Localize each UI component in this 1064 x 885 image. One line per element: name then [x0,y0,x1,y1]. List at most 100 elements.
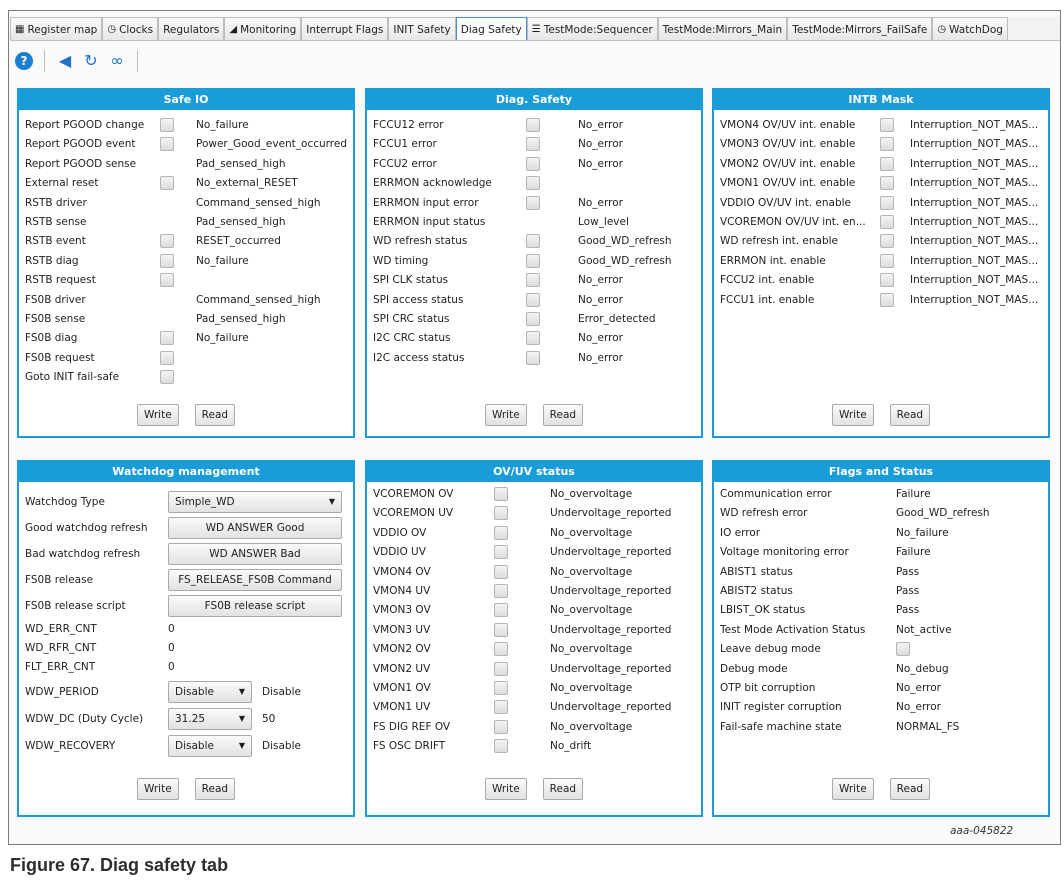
field-checkbox[interactable] [880,234,894,249]
field-checkbox[interactable] [494,642,508,657]
tab-clocks[interactable]: ◷ Clocks [102,17,159,40]
field-checkbox[interactable] [494,506,508,521]
field-checkbox[interactable] [880,292,894,307]
field-checkbox[interactable] [160,137,174,152]
safe-io-panel: Safe IO Write Read Report PGOOD change No… [17,88,355,438]
field-checkbox[interactable] [880,195,894,210]
watchdog-read-button[interactable]: Read [194,778,236,800]
field-checkbox[interactable] [880,156,894,171]
flags-read-button[interactable]: Read [889,778,931,800]
tab-testmode-mirrors-main[interactable]: TestMode:Mirrors_Main [657,17,788,40]
field-checkbox[interactable] [494,700,508,715]
tab-label: WatchDog [949,23,1003,36]
field-checkbox[interactable] [880,273,894,288]
monitoring-icon: ◢ [229,23,238,35]
ovuv-status-actions: Write Read [367,778,701,800]
field-checkbox[interactable] [880,215,894,229]
intb-mask-read-button[interactable]: Read [889,404,931,426]
field-value: RESET_occurred [196,235,281,248]
field-checkbox[interactable] [880,118,894,132]
field-checkbox[interactable] [526,234,540,249]
field-checkbox[interactable] [494,661,508,676]
loop-button[interactable]: ∞ [107,51,127,71]
tab-init-safety[interactable]: INIT Safety [388,17,456,40]
field-checkbox[interactable] [880,253,894,268]
field-value: Undervoltage_reported [550,546,672,559]
field-checkbox[interactable] [160,234,174,249]
field-value: No_overvoltage [550,720,633,733]
field-checkbox[interactable] [526,195,540,210]
safe-io-read-button[interactable]: Read [194,404,236,426]
field-checkbox[interactable] [494,681,508,695]
field-checkbox[interactable] [880,137,894,152]
fs0b-release-script-button[interactable]: FS0B release script [168,595,342,617]
wdw-period-select[interactable]: Disable ▼ [168,681,252,703]
ovuv-write-button[interactable]: Write [484,778,527,800]
refresh-button[interactable]: ↻ [81,51,101,71]
send-button[interactable]: ◀ [55,51,75,71]
diag-safety-read-button[interactable]: Read [542,404,584,426]
field-checkbox[interactable] [494,487,508,501]
help-button[interactable]: ? [14,51,34,71]
ovuv-read-button[interactable]: Read [542,778,584,800]
field-checkbox[interactable] [526,331,540,346]
send-icon: ◀ [58,51,72,70]
tab-diag-safety[interactable]: Diag Safety [455,17,527,40]
wdw-recovery-select[interactable]: Disable ▼ [168,735,252,757]
watchdog-write-button[interactable]: Write [136,778,179,800]
field-checkbox[interactable] [494,525,508,540]
flags-write-button[interactable]: Write [831,778,874,800]
field-checkbox[interactable] [880,176,894,191]
field-checkbox[interactable] [896,642,910,657]
field-checkbox[interactable] [526,137,540,152]
field-checkbox[interactable] [526,176,540,191]
field-checkbox[interactable] [494,719,508,734]
tab-monitoring[interactable]: ◢ Monitoring [224,17,302,40]
field-checkbox[interactable] [526,156,540,171]
tab-watchdog[interactable]: ◷ WatchDog [932,17,1008,40]
field-checkbox[interactable] [160,176,174,191]
wdw-period-row: WDW_PERIOD Disable ▼ Disable [19,680,353,704]
field-checkbox[interactable] [526,312,540,326]
field-checkbox[interactable] [160,253,174,268]
field-label: FCCU1 error [373,138,437,151]
intb-mask-write-button[interactable]: Write [831,404,874,426]
field-checkbox[interactable] [494,545,508,560]
safe-io-write-button[interactable]: Write [136,404,179,426]
good-refresh-label: Good watchdog refresh [25,522,148,534]
diag-safety-write-button[interactable]: Write [484,404,527,426]
watchdog-type-value: Simple_WD [175,496,235,508]
tab-register-map[interactable]: ▦ Register map [10,17,103,40]
field-checkbox[interactable] [526,350,540,365]
field-value: No_overvoltage [550,604,633,617]
watchdog-type-select[interactable]: Simple_WD ▼ [168,491,342,513]
field-label: VMON4 OV [373,565,431,578]
field-checkbox[interactable] [494,584,508,598]
field-label: RSTB driver [25,196,87,209]
field-checkbox[interactable] [160,118,174,132]
fs-release-fs0b-button[interactable]: FS_RELEASE_FS0B Command [168,569,342,591]
tab-interrupt-flags[interactable]: Interrupt Flags [301,17,389,40]
tab-regulators[interactable]: Regulators [158,17,225,40]
field-checkbox[interactable] [494,622,508,637]
bad-refresh-row: Bad watchdog refresh WD ANSWER Bad [19,542,353,566]
field-checkbox[interactable] [526,253,540,268]
field-checkbox[interactable] [160,273,174,288]
wd-answer-bad-button[interactable]: WD ANSWER Bad [168,543,342,565]
field-checkbox[interactable] [526,273,540,288]
tab-testmode-mirrors-failsafe[interactable]: TestMode:Mirrors_FailSafe [787,17,933,40]
field-checkbox[interactable] [526,292,540,307]
field-label: VCOREMON OV [373,488,454,500]
wdw-dc-select[interactable]: 31.25 ▼ [168,708,252,730]
field-checkbox[interactable] [494,739,508,754]
tab-testmode-sequencer[interactable]: ☰ TestMode:Sequencer [526,17,658,40]
field-checkbox[interactable] [160,350,174,365]
field-row: VDDIO UV Undervoltage_reported [367,543,701,562]
wd-answer-good-button[interactable]: WD ANSWER Good [168,517,342,539]
field-label: SPI CLK status [373,274,449,287]
field-checkbox[interactable] [494,603,508,618]
field-checkbox[interactable] [160,370,174,385]
field-checkbox[interactable] [526,118,540,132]
field-checkbox[interactable] [494,564,508,579]
field-checkbox[interactable] [160,331,174,346]
